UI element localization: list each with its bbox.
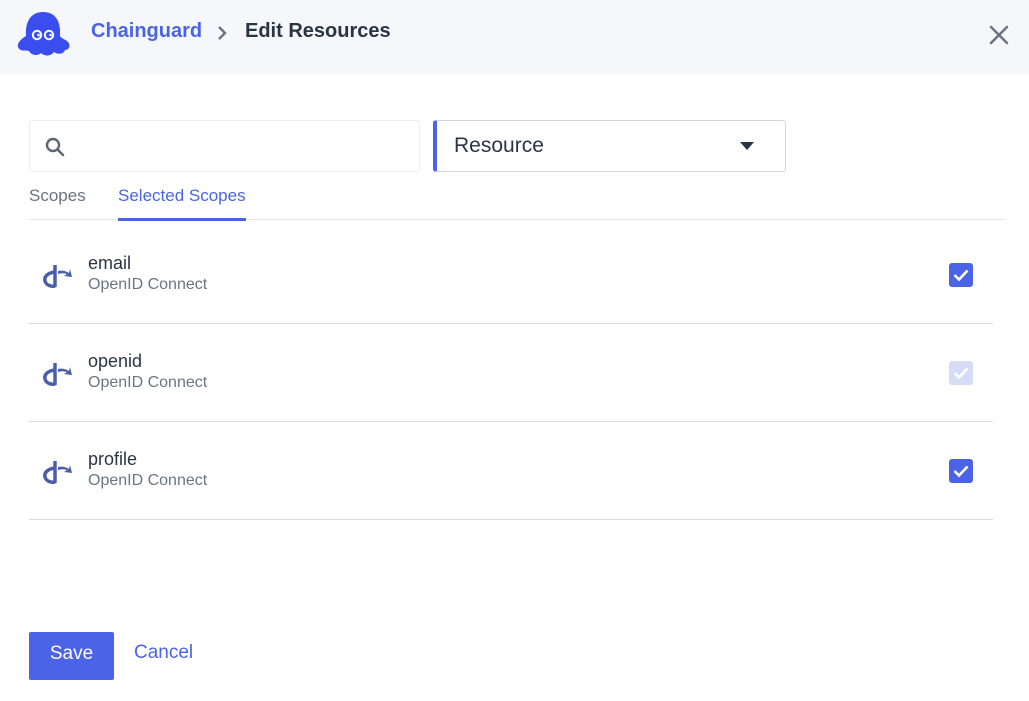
save-button[interactable]: Save [29,632,114,680]
scope-tabs: Scopes Selected Scopes [29,180,1005,221]
checkmark-icon [953,465,969,478]
scope-provider: OpenID Connect [88,472,208,489]
chainguard-logo-icon[interactable] [15,10,72,58]
scope-provider: OpenID Connect [88,276,208,293]
checkmark-icon [953,269,969,282]
scope-checkbox-openid [949,361,973,385]
close-icon[interactable] [986,22,1012,48]
tab-selected-scopes[interactable]: Selected Scopes [118,186,246,221]
openid-icon [43,461,72,484]
search-input[interactable] [80,121,410,171]
scope-row-openid: openid OpenID Connect [29,324,993,422]
search-field [29,120,420,172]
search-icon [45,137,65,157]
scope-list: email OpenID Connect openid OpenID Conne… [29,226,993,520]
checkmark-icon [953,367,969,380]
scope-provider: OpenID Connect [88,374,208,391]
resource-select[interactable]: Resource [433,120,786,172]
breadcrumb-current: Edit Resources [245,20,391,42]
scope-row-email: email OpenID Connect [29,226,993,324]
scope-checkbox-profile[interactable] [949,459,973,483]
chevron-right-icon [218,26,227,40]
header: Chainguard Edit Resources [0,0,1029,74]
scope-name: email [88,253,132,273]
scope-name: profile [88,449,138,469]
openid-icon [43,265,72,288]
scope-name: openid [88,351,143,371]
tab-scopes[interactable]: Scopes [29,186,86,220]
cancel-button[interactable]: Cancel [134,642,193,664]
openid-icon [43,363,72,386]
scope-checkbox-email[interactable] [949,263,973,287]
resource-select-value: Resource [454,134,544,157]
scope-row-profile: profile OpenID Connect [29,422,993,520]
caret-down-icon [740,142,754,150]
breadcrumb-parent-link[interactable]: Chainguard [91,20,202,43]
